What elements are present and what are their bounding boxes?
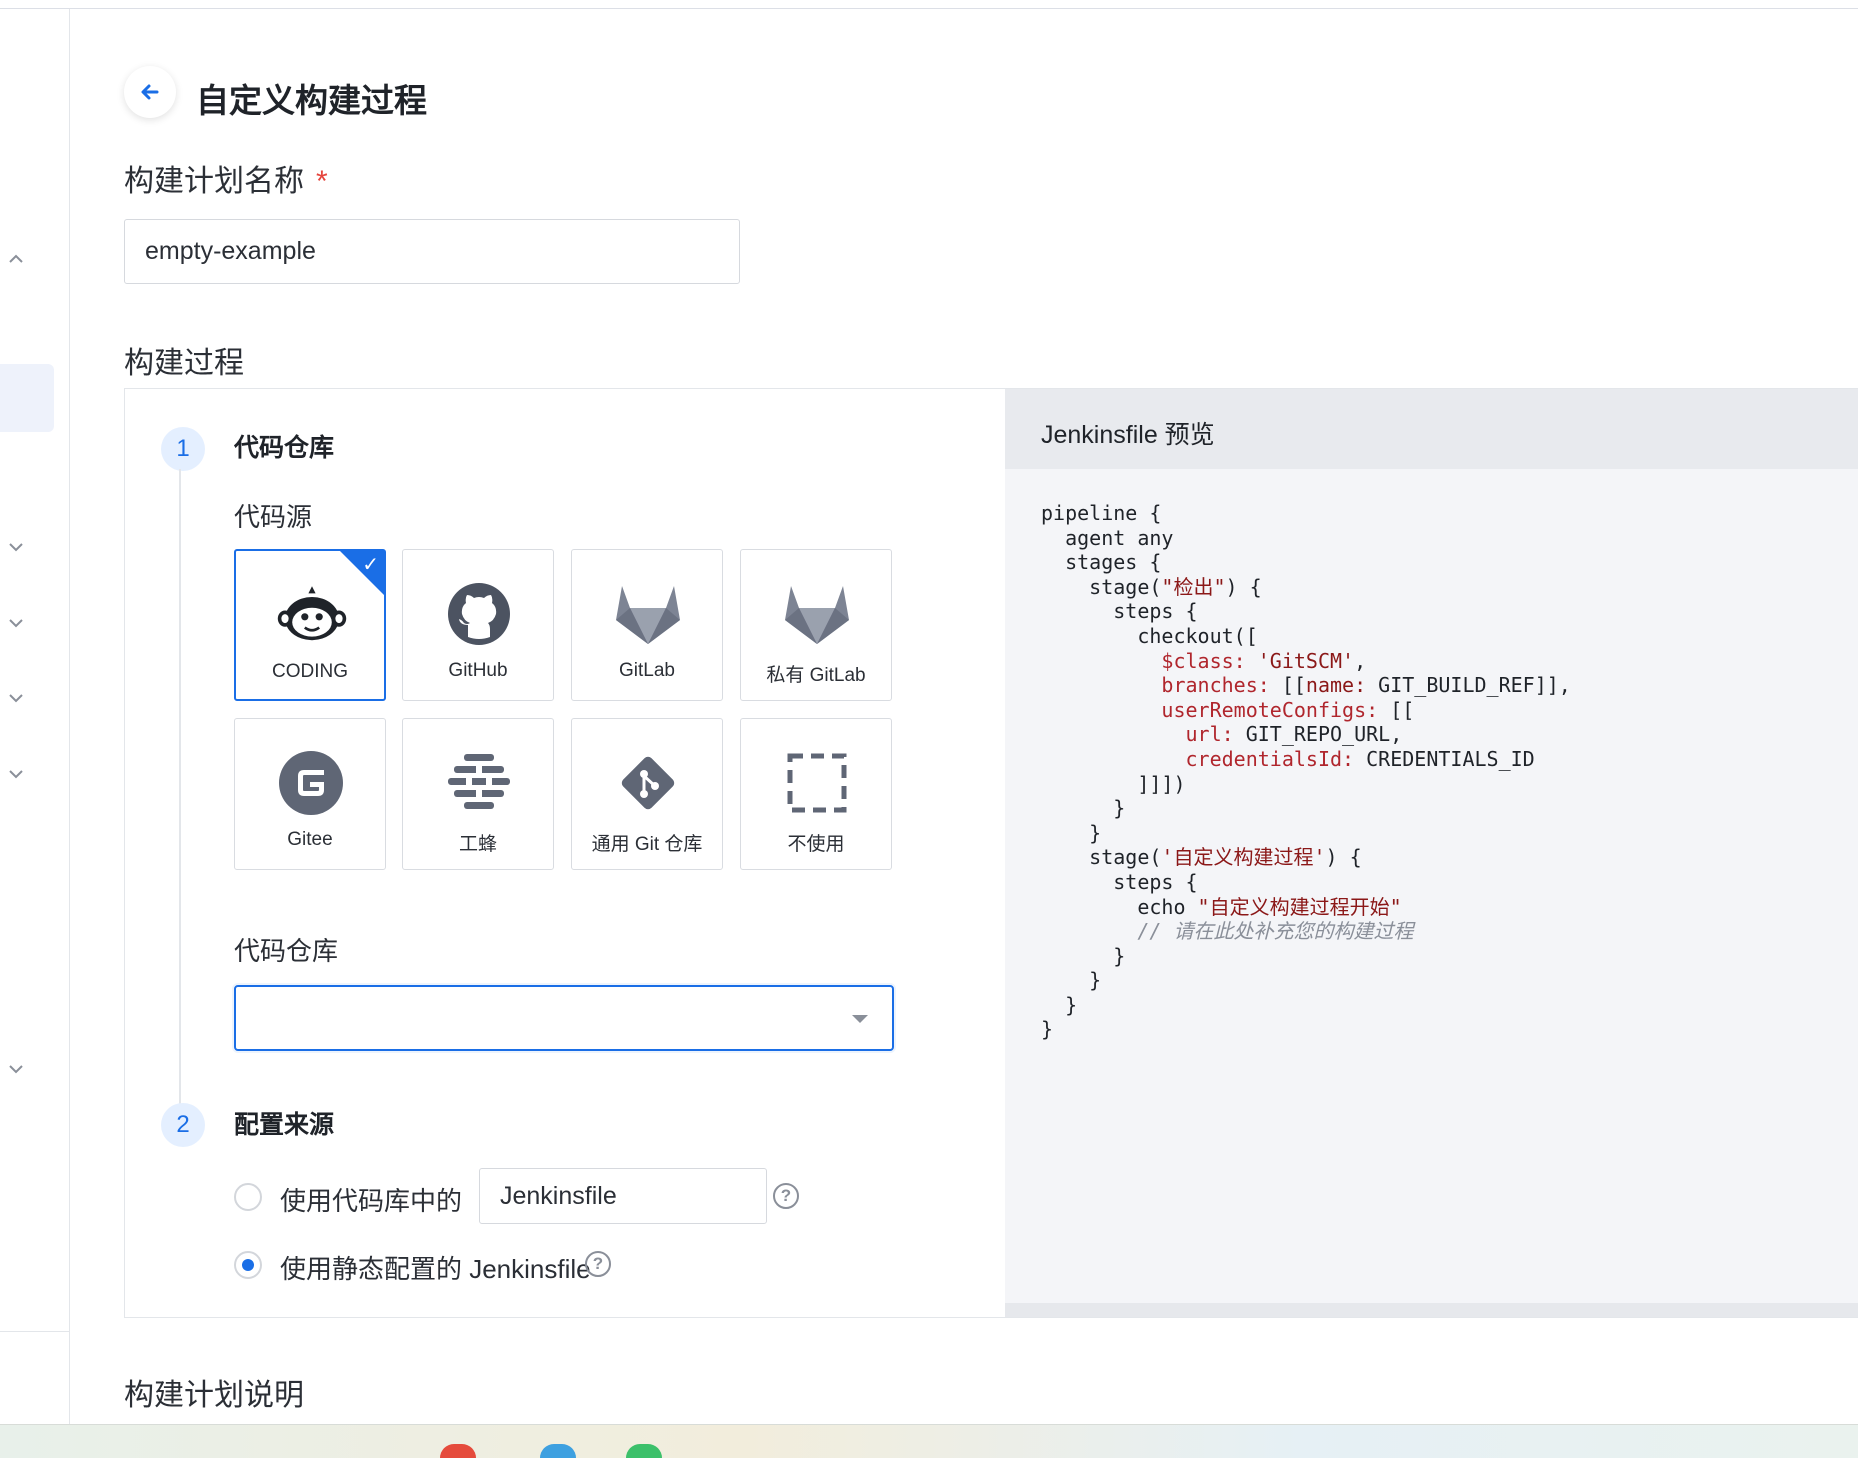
jenkinsfile-preview-pane: Jenkinsfile 预览 pipeline { agent any stag… <box>1005 389 1858 1317</box>
back-button[interactable] <box>124 66 176 118</box>
chevron-down-icon[interactable] <box>4 537 28 561</box>
chevron-down-icon[interactable] <box>4 613 28 637</box>
process-label: 构建过程 <box>124 347 244 380</box>
source-label: GitHub <box>448 660 508 681</box>
preview-header: Jenkinsfile 预览 <box>1005 389 1858 469</box>
step-1-title: 代码仓库 <box>234 434 335 462</box>
top-border <box>0 0 1858 9</box>
jenkinsfile-path-input[interactable]: Jenkinsfile <box>479 1168 767 1224</box>
source-option-github[interactable]: GitHub <box>402 549 554 701</box>
arrow-left-icon <box>141 84 159 100</box>
source-label: 通用 Git 仓库 <box>591 834 703 855</box>
taskbar-app-icon[interactable] <box>440 1444 476 1458</box>
dashed-square-icon <box>781 747 853 819</box>
chevron-down-icon[interactable] <box>4 1059 28 1083</box>
gitee-icon <box>275 747 347 819</box>
gongfeng-icon <box>443 747 515 819</box>
gitlab-icon <box>781 578 853 650</box>
gitlab-icon <box>612 578 684 650</box>
source-option-none[interactable]: 不使用 <box>740 718 892 870</box>
step-1-number: 1 <box>161 427 205 471</box>
build-process-panel: 1 代码仓库 代码源 CODING ✓ GitHub GitLab 私有 Git… <box>124 388 1858 1318</box>
source-option-gitlab[interactable]: GitLab <box>571 549 723 701</box>
radio-use-static-jenkinsfile[interactable] <box>234 1251 262 1279</box>
sidebar-active-item[interactable] <box>0 364 54 432</box>
source-label: 工蜂 <box>458 834 497 855</box>
chevron-down-icon[interactable] <box>4 764 28 788</box>
name-label-text: 构建计划名称 <box>124 165 304 198</box>
help-icon[interactable]: ? <box>773 1183 799 1209</box>
source-option-gitee[interactable]: Gitee <box>234 718 386 870</box>
step-2-number: 2 <box>161 1103 205 1147</box>
step-2-title: 配置来源 <box>234 1111 335 1139</box>
github-icon <box>443 578 515 650</box>
description-label: 构建计划说明 <box>124 1379 304 1412</box>
horizontal-scrollbar[interactable] <box>1005 1303 1858 1317</box>
chevron-up-icon[interactable] <box>4 249 28 273</box>
preview-title: Jenkinsfile 预览 <box>1041 421 1215 449</box>
plan-name-input[interactable]: empty-example <box>124 219 740 284</box>
source-option-private-gitlab[interactable]: 私有 GitLab <box>740 549 892 701</box>
git-icon <box>612 747 684 819</box>
repo-label: 代码仓库 <box>234 936 339 966</box>
page-title: 自定义构建过程 <box>196 82 427 119</box>
source-label: 私有 GitLab <box>766 665 866 686</box>
source-label: Gitee <box>287 829 333 850</box>
caret-down-icon <box>852 1015 868 1023</box>
radio-label: 使用静态配置的 Jenkinsfile <box>280 1254 591 1284</box>
source-option-generic-git[interactable]: 通用 Git 仓库 <box>571 718 723 870</box>
source-option-coding[interactable]: CODING ✓ <box>234 549 386 701</box>
name-label: 构建计划名称 * <box>124 156 328 200</box>
source-option-gongfeng[interactable]: 工蜂 <box>402 718 554 870</box>
step-connector <box>179 469 181 1129</box>
taskbar-app-icon[interactable] <box>626 1444 662 1458</box>
chevron-down-icon[interactable] <box>4 688 28 712</box>
help-icon[interactable]: ? <box>585 1251 611 1277</box>
coding-monkey-icon <box>276 579 348 651</box>
radio-label: 使用代码库中的 <box>280 1186 463 1216</box>
sidebar-divider <box>0 1331 70 1332</box>
code-source-label: 代码源 <box>234 502 313 532</box>
checkmark-icon: ✓ <box>362 554 379 576</box>
taskbar-app-icon[interactable] <box>540 1444 576 1458</box>
left-sidebar <box>0 9 70 1424</box>
source-label: GitLab <box>619 660 675 681</box>
required-mark: * <box>316 165 328 198</box>
repo-select[interactable] <box>234 985 894 1051</box>
os-taskbar <box>0 1424 1858 1458</box>
config-pane: 1 代码仓库 代码源 CODING ✓ GitHub GitLab 私有 Git… <box>125 389 1005 1317</box>
radio-use-repo-jenkinsfile[interactable] <box>234 1183 262 1211</box>
jenkinsfile-code: pipeline { agent any stages { stage("检出"… <box>1041 501 1571 1042</box>
source-label: 不使用 <box>787 834 845 855</box>
source-label: CODING <box>272 661 348 682</box>
